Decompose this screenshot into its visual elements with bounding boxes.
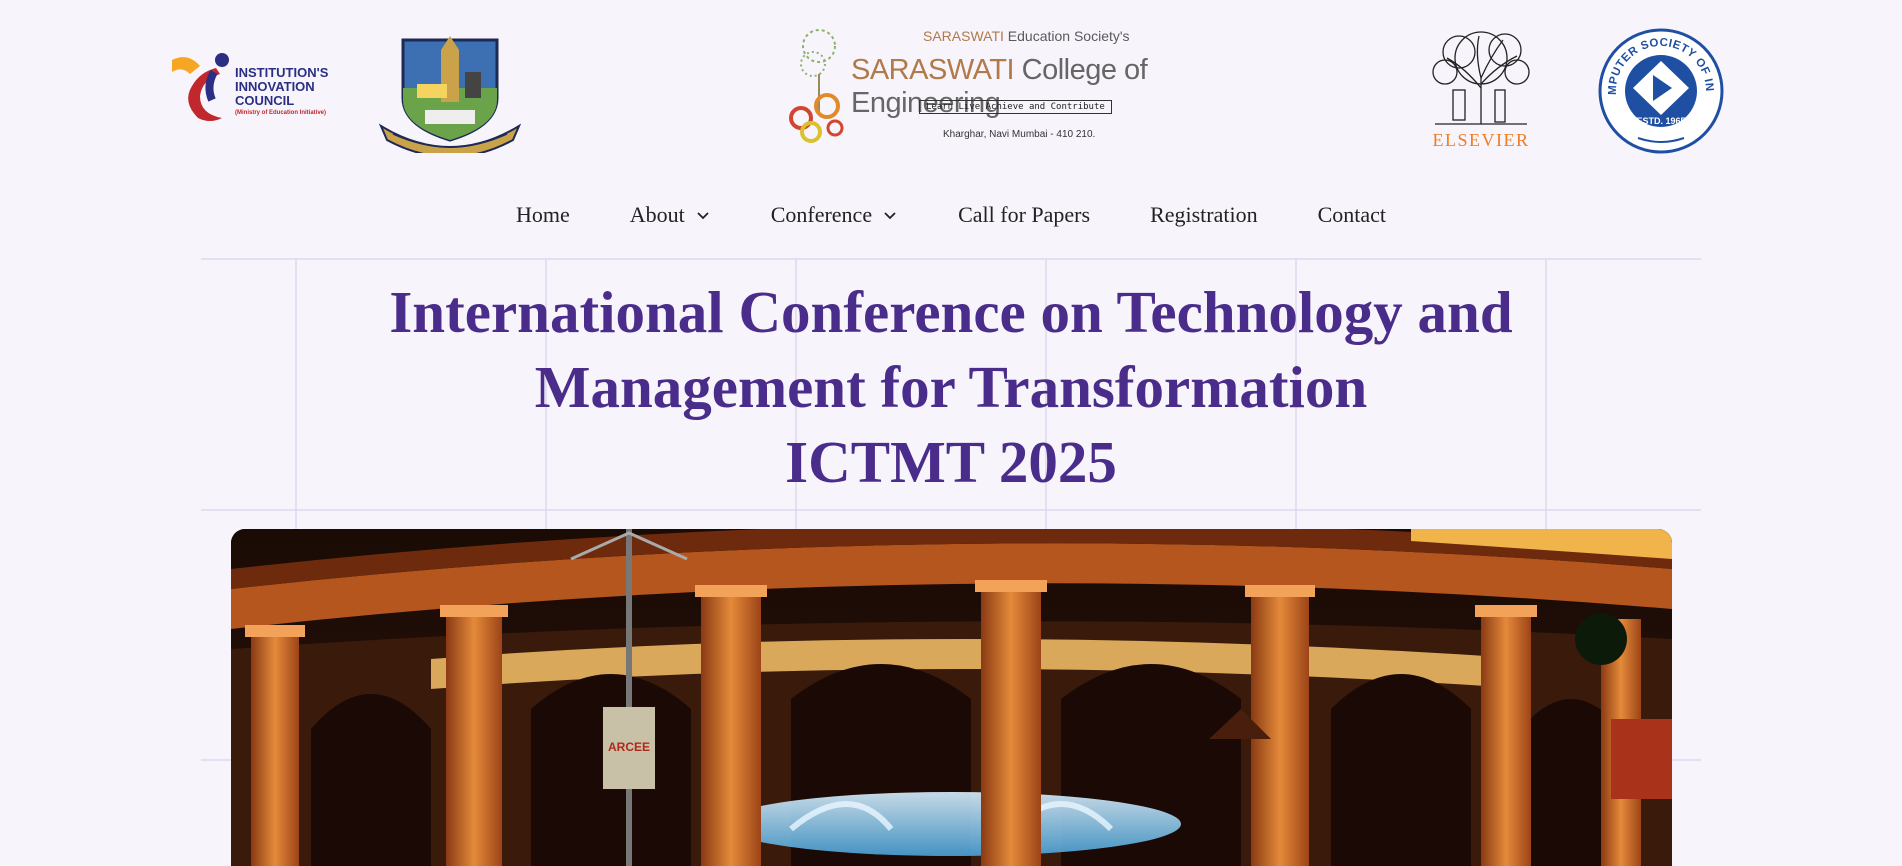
college-society-name: SARASWATI Education Society's (923, 28, 1130, 44)
iic-logo[interactable]: INSTITUTION'S INNOVATION COUNCIL (Minist… (170, 52, 330, 124)
college-logo[interactable]: SARASWATI Education Society's SARASWATI … (785, 24, 1155, 150)
nav-registration[interactable]: Registration (1120, 202, 1288, 228)
svg-text:ARCEE: ARCEE (608, 740, 650, 754)
page-title-line-1: International Conference on Technology a… (389, 279, 1513, 345)
hero-photo: ARCEE (231, 529, 1672, 866)
page-title-line-2: Management for Transformation (534, 354, 1368, 420)
nav-home-label: Home (515, 202, 570, 227)
nav-call-for-papers-label: Call for Papers (958, 202, 1091, 227)
csi-logo[interactable]: COMPUTER SOCIETY OF INDIA ESTD. 1965 (1593, 19, 1724, 154)
university-crest-icon (378, 36, 522, 158)
colonnade-illustration: ARCEE (231, 529, 1672, 866)
page-title-line-3: ICTMT 2025 (785, 429, 1117, 495)
nav-conference[interactable]: Conference (741, 202, 928, 228)
chevron-down-icon (884, 212, 896, 220)
college-address: Kharghar, Navi Mumbai - 410 210. (943, 129, 1096, 140)
college-tree-emblem-icon (789, 29, 844, 143)
csi-seal-icon: COMPUTER SOCIETY OF INDIA ESTD. 1965 (1593, 19, 1724, 154)
college-motto: Learn Live Achieve and Contribute (919, 100, 1112, 114)
iic-subtitle: (Ministry of Education Initiative) (235, 110, 327, 116)
elsevier-tree-icon (1432, 31, 1530, 125)
nav-registration-label: Registration (1150, 202, 1258, 227)
page-title: International Conference on Technology a… (201, 275, 1701, 500)
csi-estd: ESTD. 1965 (1636, 116, 1685, 126)
nav-about-label: About (629, 202, 685, 227)
main-nav: Home About Conference Call for Papers Re… (0, 202, 1902, 228)
elsevier-wordmark: ELSEVIER (1432, 130, 1530, 150)
iic-name: INSTITUTION'S INNOVATION COUNCIL (235, 65, 329, 108)
nav-conference-label: Conference (770, 202, 873, 227)
iic-emblem-icon (172, 53, 229, 121)
site-header: INSTITUTION'S INNOVATION COUNCIL (Minist… (0, 0, 1902, 170)
nav-contact[interactable]: Contact (1288, 202, 1416, 228)
nav-home[interactable]: Home (486, 202, 600, 228)
nav-about[interactable]: About (600, 202, 741, 228)
chevron-down-icon (697, 212, 709, 220)
elsevier-logo[interactable]: ELSEVIER (1425, 28, 1537, 153)
university-crest-logo[interactable] (375, 28, 525, 158)
nav-contact-label: Contact (1317, 202, 1387, 227)
nav-call-for-papers[interactable]: Call for Papers (928, 202, 1120, 228)
